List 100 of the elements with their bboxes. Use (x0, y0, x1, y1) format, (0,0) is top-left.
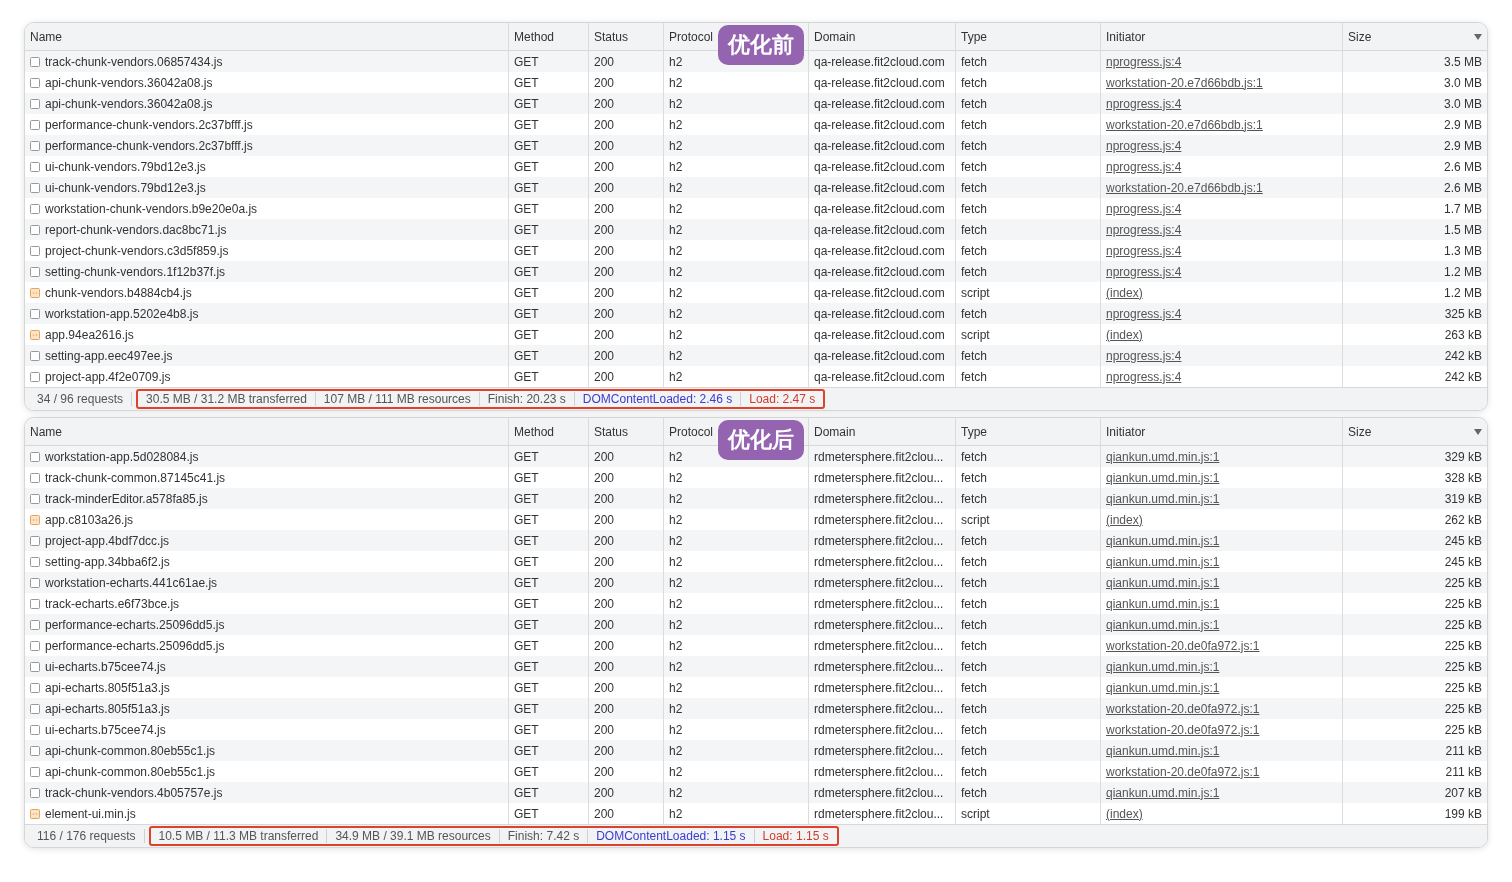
column-header[interactable]: Size (1348, 29, 1372, 44)
initiator-link[interactable]: qiankun.umd.min.js:1 (1106, 470, 1220, 485)
initiator-link[interactable]: qiankun.umd.min.js:1 (1106, 491, 1220, 506)
initiator-link[interactable]: nprogress.js:4 (1106, 159, 1182, 174)
initiator-link[interactable]: nprogress.js:4 (1106, 201, 1182, 216)
file-icon (30, 766, 40, 777)
file-name[interactable]: api-chunk-common.80eb55c1.js (45, 764, 216, 779)
file-name[interactable]: setting-app.eec497ee.js (45, 348, 173, 363)
initiator-link[interactable]: nprogress.js:4 (1106, 348, 1182, 363)
file-name[interactable]: workstation-echarts.441c61ae.js (45, 575, 218, 590)
file-name[interactable]: workstation-chunk-vendors.b9e20e0a.js (45, 201, 258, 216)
file-name[interactable]: track-chunk-vendors.4b05757e.js (45, 785, 223, 800)
column-header[interactable]: Method (514, 424, 555, 439)
column-header[interactable]: Size (1348, 424, 1372, 439)
initiator-link[interactable]: nprogress.js:4 (1106, 264, 1182, 279)
initiator-link[interactable]: (index) (1106, 327, 1143, 342)
file-name[interactable]: setting-app.34bba6f2.js (45, 554, 170, 569)
file-name[interactable]: api-chunk-vendors.36042a08.js (45, 96, 213, 111)
file-name[interactable]: api-chunk-vendors.36042a08.js (45, 75, 213, 90)
initiator-link[interactable]: qiankun.umd.min.js:1 (1106, 785, 1220, 800)
file-name[interactable]: report-chunk-vendors.dac8bc71.js (45, 222, 227, 237)
column-header[interactable]: Domain (814, 29, 856, 44)
initiator-link[interactable]: qiankun.umd.min.js:1 (1106, 680, 1220, 695)
initiator-link[interactable]: nprogress.js:4 (1106, 222, 1182, 237)
file-name[interactable]: performance-echarts.25096dd5.js (45, 638, 225, 653)
table-cell: fetch (956, 572, 1101, 593)
file-name[interactable]: track-chunk-vendors.06857434.js (45, 54, 223, 69)
initiator-link[interactable]: qiankun.umd.min.js:1 (1106, 659, 1220, 674)
file-name[interactable]: chunk-vendors.b4884cb4.js (45, 285, 192, 300)
column-header[interactable]: Initiator (1106, 29, 1146, 44)
file-name[interactable]: ui-echarts.b75cee74.js (45, 659, 166, 674)
script-file-icon (30, 808, 40, 819)
file-name[interactable]: setting-chunk-vendors.1f12b37f.js (45, 264, 226, 279)
initiator-link[interactable]: (index) (1106, 806, 1143, 821)
initiator-link[interactable]: workstation-20.de0fa972.js:1 (1106, 701, 1260, 716)
initiator-link[interactable]: nprogress.js:4 (1106, 243, 1182, 258)
initiator-link[interactable]: workstation-20.e7d66bdb.js:1 (1106, 75, 1263, 90)
file-icon (30, 98, 40, 109)
file-name[interactable]: api-echarts.805f51a3.js (45, 680, 170, 695)
file-name[interactable]: ui-chunk-vendors.79bd12e3.js (45, 159, 206, 174)
file-name[interactable]: workstation-app.5d028084.js (45, 449, 199, 464)
table-cell: 200 (589, 51, 664, 72)
column-header[interactable]: Initiator (1106, 424, 1146, 439)
column-header[interactable]: Status (594, 424, 629, 439)
initiator-link[interactable]: (index) (1106, 285, 1143, 300)
sort-icon[interactable] (1474, 428, 1482, 435)
table-cell: 200 (589, 345, 664, 366)
initiator-link[interactable]: workstation-20.de0fa972.js:1 (1106, 764, 1260, 779)
initiator-link[interactable]: (index) (1106, 512, 1143, 527)
initiator-link[interactable]: qiankun.umd.min.js:1 (1106, 743, 1220, 758)
column-header[interactable]: Protocol (669, 29, 714, 44)
column-header[interactable]: Protocol (669, 424, 714, 439)
column-header[interactable]: Status (594, 29, 629, 44)
file-icon (30, 119, 40, 130)
initiator-link[interactable]: qiankun.umd.min.js:1 (1106, 449, 1220, 464)
file-name[interactable]: app.c8103a26.js (45, 512, 134, 527)
column-header[interactable]: Domain (814, 424, 856, 439)
column-header[interactable]: Name (30, 424, 62, 439)
file-name[interactable]: track-chunk-common.87145c41.js (45, 470, 226, 485)
file-name[interactable]: element-ui.min.js (45, 806, 136, 821)
initiator-link[interactable]: qiankun.umd.min.js:1 (1106, 617, 1220, 632)
file-name[interactable]: performance-echarts.25096dd5.js (45, 617, 225, 632)
file-name[interactable]: app.94ea2616.js (45, 327, 134, 342)
initiator-link[interactable]: workstation-20.de0fa972.js:1 (1106, 638, 1260, 653)
file-name[interactable]: ui-chunk-vendors.79bd12e3.js (45, 180, 206, 195)
script-file-icon (30, 514, 40, 525)
initiator-link[interactable]: workstation-20.de0fa972.js:1 (1106, 722, 1260, 737)
initiator-link[interactable]: nprogress.js:4 (1106, 306, 1182, 321)
table-cell: rdmetersphere.fit2clou... (809, 614, 956, 635)
initiator-link[interactable]: nprogress.js:4 (1106, 369, 1182, 384)
table-cell: GET (509, 261, 589, 282)
initiator-link[interactable]: workstation-20.e7d66bdb.js:1 (1106, 117, 1263, 132)
column-header[interactable]: Type (961, 29, 987, 44)
file-icon (30, 182, 40, 193)
initiator-link[interactable]: nprogress.js:4 (1106, 96, 1182, 111)
initiator-link[interactable]: qiankun.umd.min.js:1 (1106, 575, 1220, 590)
column-header[interactable]: Type (961, 424, 987, 439)
file-name[interactable]: project-app.4bdf7dcc.js (45, 533, 170, 548)
sort-icon[interactable] (1474, 33, 1482, 40)
file-name[interactable]: project-app.4f2e0709.js (45, 369, 171, 384)
initiator-link[interactable]: nprogress.js:4 (1106, 138, 1182, 153)
caption-label: 优化后 (718, 420, 804, 460)
file-name[interactable]: api-chunk-common.80eb55c1.js (45, 743, 216, 758)
file-name[interactable]: performance-chunk-vendors.2c37bfff.js (45, 117, 253, 132)
initiator-link[interactable]: qiankun.umd.min.js:1 (1106, 554, 1220, 569)
table-cell: GET (509, 219, 589, 240)
file-name[interactable]: workstation-app.5202e4b8.js (45, 306, 199, 321)
initiator-link[interactable]: workstation-20.e7d66bdb.js:1 (1106, 180, 1263, 195)
file-name[interactable]: performance-chunk-vendors.2c37bfff.js (45, 138, 253, 153)
file-name[interactable]: track-minderEditor.a578fa85.js (45, 491, 208, 506)
file-name[interactable]: project-chunk-vendors.c3d5f859.js (45, 243, 229, 258)
column-header[interactable]: Method (514, 29, 555, 44)
initiator-link[interactable]: qiankun.umd.min.js:1 (1106, 596, 1220, 611)
initiator-link[interactable]: nprogress.js:4 (1106, 54, 1182, 69)
caption-label: 优化前 (718, 25, 804, 65)
file-name[interactable]: track-echarts.e6f73bce.js (45, 596, 180, 611)
column-header[interactable]: Name (30, 29, 62, 44)
initiator-link[interactable]: qiankun.umd.min.js:1 (1106, 533, 1220, 548)
file-name[interactable]: ui-echarts.b75cee74.js (45, 722, 166, 737)
file-name[interactable]: api-echarts.805f51a3.js (45, 701, 170, 716)
